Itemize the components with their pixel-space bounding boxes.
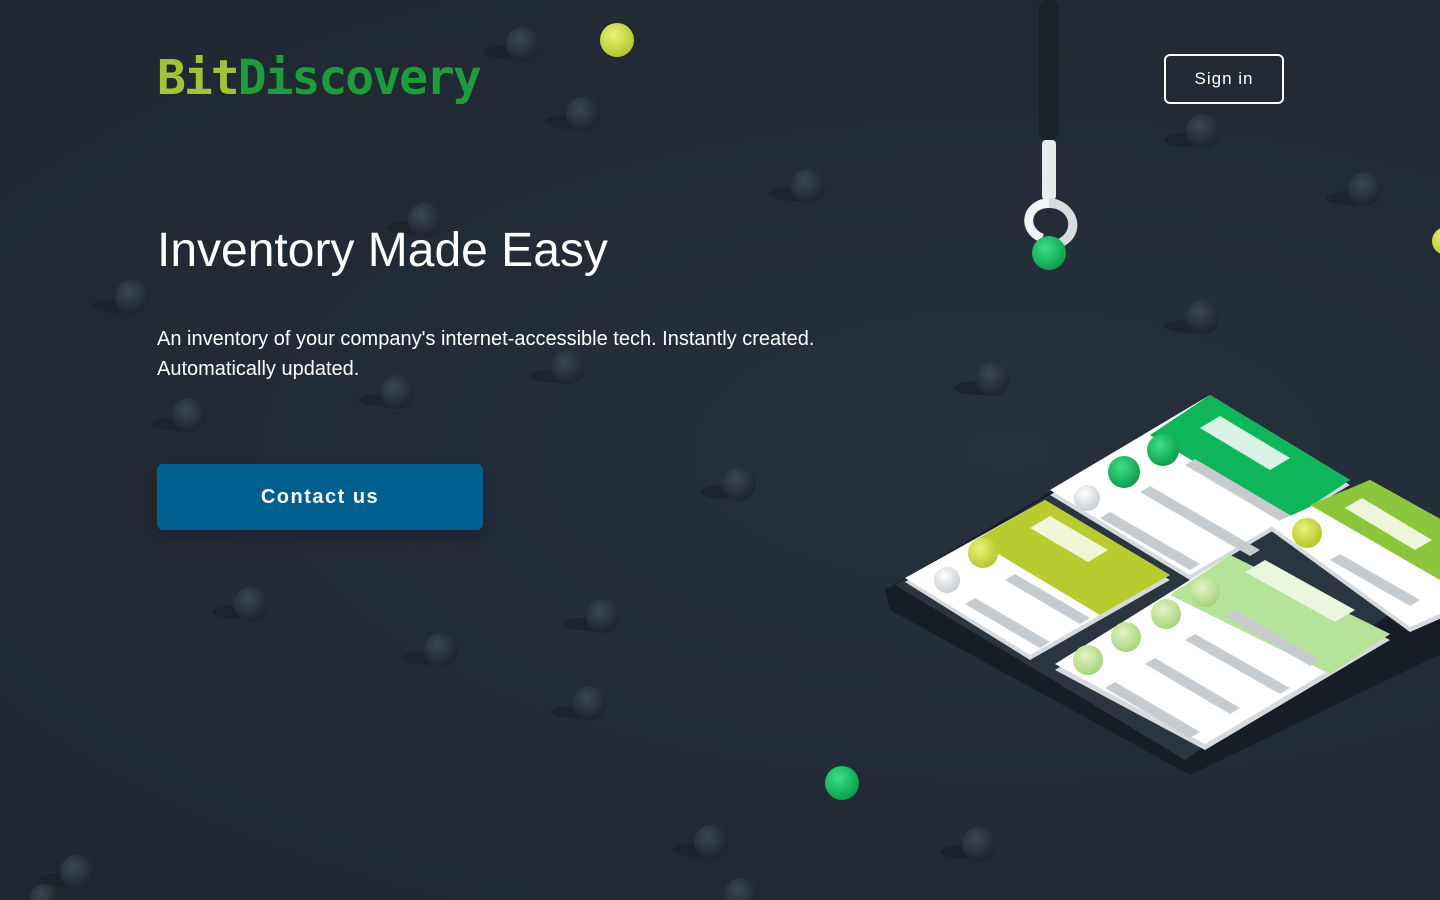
landing-page: Bit Discovery Sign in Inventory Made Easy… — [0, 0, 1440, 900]
background-illustration — [30, 0, 1440, 900]
inventory-board-illustration — [885, 395, 1440, 775]
hero-subtitle-line-2: Automatically updated. — [157, 358, 360, 380]
logo-text-discovery: Discovery — [237, 50, 482, 106]
contact-us-button[interactable]: Contact us — [157, 464, 483, 530]
claw-hook-illustration — [1024, 0, 1078, 270]
logo-text-bit: Bit — [157, 50, 240, 106]
hero-subtitle-line-1: An inventory of your company's internet-… — [157, 328, 815, 350]
hero-title: Inventory Made Easy — [157, 224, 608, 277]
hero-subtitle: An inventory of your company's internet-… — [157, 324, 857, 384]
bitdiscovery-logo[interactable]: Bit Discovery — [157, 50, 482, 110]
sign-in-button[interactable]: Sign in — [1164, 54, 1284, 104]
